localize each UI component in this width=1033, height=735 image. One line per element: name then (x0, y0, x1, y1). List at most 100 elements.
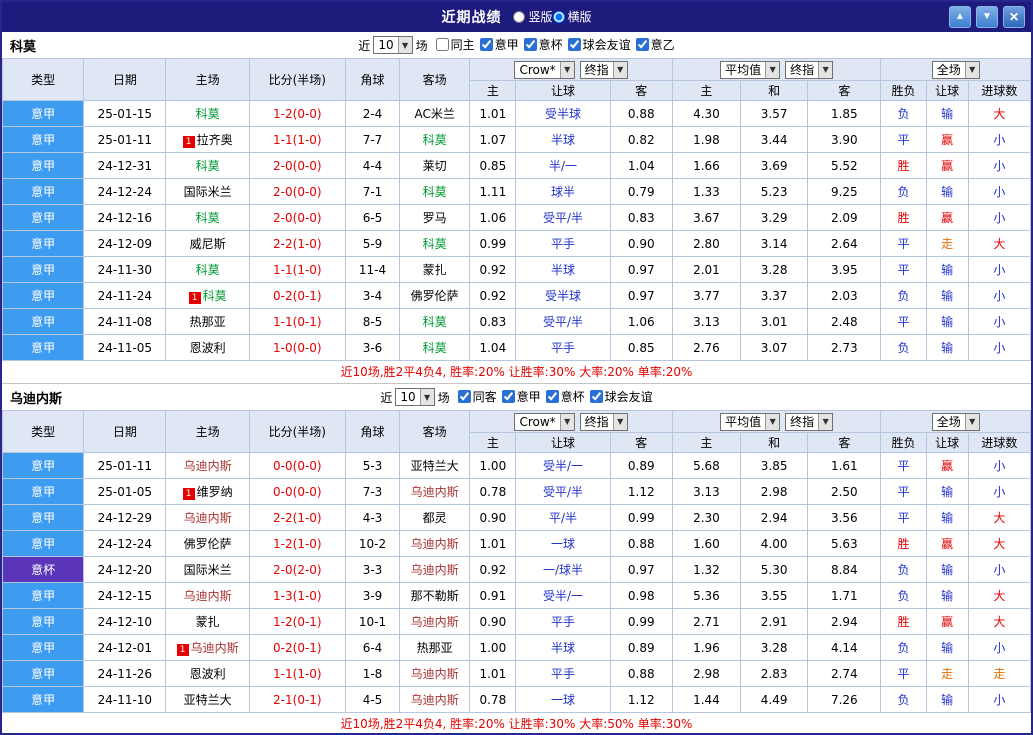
scroll-up-button[interactable]: ▲ (949, 6, 971, 28)
col-avg-draw: 和 (740, 80, 809, 101)
avg-away-cell: 9.25 (807, 178, 882, 205)
close-button[interactable]: ✕ (1003, 6, 1025, 28)
filter-checkbox[interactable] (545, 390, 559, 403)
avg-home-cell: 5.68 (671, 452, 742, 479)
handicap-cell: 一球 (515, 686, 611, 713)
filter-checkbox[interactable] (501, 390, 515, 403)
league-cell: 意甲 (2, 530, 85, 557)
filter-checkbox[interactable] (457, 390, 471, 403)
avg-away-cell: 1.71 (807, 582, 882, 609)
avg-away-cell: 8.84 (807, 556, 882, 583)
filter-option[interactable]: 同客 (457, 388, 497, 405)
filter-option[interactable]: 意乙 (635, 36, 675, 53)
recent-count-select[interactable]: 10 ▼ (373, 36, 413, 54)
filter-option[interactable]: 球会友谊 (567, 36, 631, 53)
avg-select[interactable]: 平均值 ▼ (720, 60, 781, 79)
away-odds-cell: 0.89 (609, 452, 673, 479)
away-team-name: AC米兰 (414, 107, 455, 121)
result-cell: 平 (880, 256, 927, 283)
avg-away-cell: 2.94 (807, 608, 882, 635)
handicap-result-cell: 输 (925, 686, 969, 713)
col-handicap-result: 让球 (925, 80, 969, 101)
away-team-cell: 科莫 (399, 308, 471, 335)
col-date: 日期 (83, 58, 167, 101)
goals-result-cell: 小 (967, 126, 1031, 153)
avg-stage-select[interactable]: 终指 ▼ (785, 412, 834, 431)
col-corners: 角球 (344, 410, 401, 453)
avg-home-cell: 2.98 (671, 660, 742, 687)
avg-home-cell: 4.30 (671, 100, 742, 127)
league-cell: 意甲 (2, 504, 85, 531)
away-odds-cell: 1.12 (609, 686, 673, 713)
filter-option[interactable]: 意杯 (545, 388, 585, 405)
away-team-cell: 热那亚 (399, 634, 471, 661)
result-cell: 平 (880, 308, 927, 335)
avg-draw-cell: 4.49 (740, 686, 809, 713)
layout-option-vertical[interactable]: 竖版 (513, 8, 553, 25)
match-row: 意甲 24-12-29 乌迪内斯 2-2(1-0) 4-3 都灵 0.90 平/半 0.99 2.… (2, 504, 1031, 531)
date-cell: 24-11-24 (83, 282, 167, 309)
handicap-cell: 受平/半 (515, 478, 611, 505)
filter-option[interactable]: 同主 (435, 36, 475, 53)
away-team-cell: 罗马 (399, 204, 471, 231)
handicap-result-cell: 赢 (925, 126, 969, 153)
col-goals-result: 进球数 (967, 80, 1031, 101)
layout-radio[interactable] (552, 10, 565, 23)
scroll-down-button[interactable]: ▼ (976, 6, 998, 28)
filter-checkbox[interactable] (523, 38, 537, 51)
date-cell: 24-12-16 (83, 204, 167, 231)
fulltime-select[interactable]: 全场 ▼ (931, 412, 980, 431)
home-odds-cell: 0.99 (469, 230, 517, 257)
odds-source-select[interactable]: Crow* ▼ (514, 412, 575, 431)
filter-checkbox[interactable] (479, 38, 493, 51)
col-score: 比分(半场) (248, 58, 346, 101)
score-cell: 2-1(0-1) (248, 686, 346, 713)
avg-stage-select[interactable]: 终指 ▼ (785, 60, 834, 79)
col-goals-result: 进球数 (967, 432, 1031, 453)
home-team-cell: 国际米兰 (165, 178, 250, 205)
league-cell: 意甲 (2, 152, 85, 179)
filter-option[interactable]: 球会友谊 (589, 388, 653, 405)
avg-select[interactable]: 平均值 ▼ (720, 412, 781, 431)
avg-draw-cell: 3.07 (740, 334, 809, 361)
match-row: 意甲 24-11-26 恩波利 1-1(1-0) 1-8 乌迪内斯 1.01 平手 0.88 2.… (2, 660, 1031, 687)
avg-draw-cell: 3.69 (740, 152, 809, 179)
away-odds-cell: 0.82 (609, 126, 673, 153)
away-odds-cell: 1.04 (609, 152, 673, 179)
home-odds-cell: 0.90 (469, 608, 517, 635)
avg-draw-cell: 3.14 (740, 230, 809, 257)
league-cell: 意甲 (2, 452, 85, 479)
handicap-cell: 受平/半 (515, 204, 611, 231)
score-cell: 0-2(0-1) (248, 634, 346, 661)
filter-checkbox[interactable] (435, 38, 449, 51)
avg-group-header: 平均值 ▼ 终指 ▼ (671, 58, 882, 81)
filter-option[interactable]: 意甲 (479, 36, 519, 53)
handicap-result-cell: 输 (925, 556, 969, 583)
avg-home-cell: 3.77 (671, 282, 742, 309)
filter-option[interactable]: 意杯 (523, 36, 563, 53)
away-odds-cell: 0.98 (609, 582, 673, 609)
score-cell: 2-0(0-0) (248, 152, 346, 179)
filter-option[interactable]: 意甲 (501, 388, 541, 405)
filter-checkbox[interactable] (589, 390, 603, 403)
match-row: 意甲 24-11-08 热那亚 1-1(0-1) 8-5 科莫 0.83 受平/半 1.06 3.… (2, 308, 1031, 335)
layout-radio[interactable] (513, 10, 526, 23)
odds-stage-select[interactable]: 终指 ▼ (579, 412, 628, 431)
filter-checkbox[interactable] (567, 38, 581, 51)
odds-source-select[interactable]: Crow* ▼ (514, 60, 575, 79)
chevron-down-icon: ▼ (419, 389, 434, 405)
fulltime-select[interactable]: 全场 ▼ (931, 60, 980, 79)
match-row: 意甲 24-12-10 蒙扎 1-2(0-1) 10-1 乌迪内斯 0.90 平手 0.99 2.… (2, 608, 1031, 635)
odds-stage-select[interactable]: 终指 ▼ (579, 60, 628, 79)
corners-cell: 7-7 (344, 126, 401, 153)
filter-checkbox[interactable] (635, 38, 649, 51)
handicap-result-cell: 输 (925, 178, 969, 205)
match-row: 意甲 24-12-24 佛罗伦萨 1-2(1-0) 10-2 乌迪内斯 1.01 一球 0.88… (2, 530, 1031, 557)
away-odds-cell: 0.89 (609, 634, 673, 661)
recent-count-select[interactable]: 10 ▼ (395, 388, 435, 406)
layout-option-horizontal[interactable]: 横版 (552, 8, 592, 25)
recent-label-suffix: 场 (415, 38, 428, 53)
col-score: 比分(半场) (248, 410, 346, 453)
avg-draw-cell: 3.01 (740, 308, 809, 335)
home-odds-cell: 1.00 (469, 634, 517, 661)
